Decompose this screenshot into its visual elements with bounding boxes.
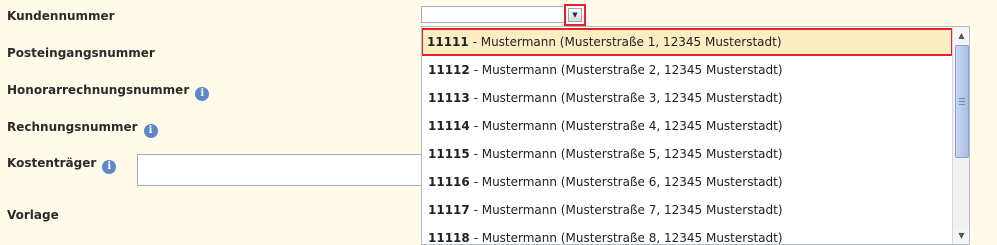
customer-number: 11115 (428, 147, 470, 161)
customer-description: - Mustermann (Musterstraße 5, 12345 Must… (469, 147, 783, 161)
info-icon[interactable]: i (195, 87, 210, 101)
list-item[interactable]: 11113 - Mustermann (Musterstraße 3, 1234… (422, 84, 952, 112)
customer-number: 11116 (428, 175, 470, 189)
list-item[interactable]: 11112 - Mustermann (Musterstraße 2, 1234… (422, 56, 952, 84)
customer-number: 11111 (427, 35, 469, 49)
kostentraeger-input[interactable] (137, 154, 427, 186)
scroll-down-icon[interactable]: ▼ (954, 228, 969, 243)
scrollbar-thumb[interactable] (955, 45, 969, 158)
customer-description: - Mustermann (Musterstraße 1, 12345 Must… (468, 35, 782, 49)
customer-description: - Mustermann (Musterstraße 8, 12345 Must… (469, 231, 783, 245)
list-item[interactable]: 11114 - Mustermann (Musterstraße 4, 1234… (422, 112, 952, 140)
info-icon[interactable]: i (143, 124, 158, 138)
chevron-down-icon: ▼ (568, 8, 582, 22)
grip-line (959, 101, 965, 102)
kostentraeger-label-row: Kostenträger i (7, 156, 117, 174)
list-item[interactable]: 11111 - Mustermann (Musterstraße 1, 1234… (422, 28, 953, 56)
customer-number: 11112 (428, 63, 470, 77)
scroll-up-icon[interactable]: ▲ (954, 28, 969, 43)
grip-line (959, 104, 965, 105)
list-item[interactable]: 11115 - Mustermann (Musterstraße 5, 1234… (422, 140, 952, 168)
customer-description: - Mustermann (Musterstraße 7, 12345 Must… (469, 203, 783, 217)
rechnungsnummer-label-row: Rechnungsnummer i (7, 120, 158, 138)
honorarrechnungsnummer-label: Honorarrechnungsnummer (7, 83, 190, 97)
vorlage-label: Vorlage (7, 208, 59, 222)
kostentraeger-label: Kostenträger (7, 156, 97, 170)
kundennummer-combobox-input[interactable] (421, 6, 586, 23)
customer-number: 11117 (428, 203, 470, 217)
kundennummer-dropdown-button[interactable]: ▼ (564, 4, 586, 26)
customer-description: - Mustermann (Musterstraße 2, 12345 Must… (469, 63, 783, 77)
customer-number: 11113 (428, 91, 470, 105)
grip-line (959, 98, 965, 99)
customer-description: - Mustermann (Musterstraße 3, 12345 Must… (469, 91, 783, 105)
list-item[interactable]: 11118 - Mustermann (Musterstraße 8, 1234… (422, 224, 952, 245)
customer-description: - Mustermann (Musterstraße 4, 12345 Must… (469, 119, 783, 133)
vertical-scrollbar[interactable]: ▲ ▼ (952, 27, 969, 244)
customer-number: 11114 (428, 119, 470, 133)
list-item[interactable]: 11116 - Mustermann (Musterstraße 6, 1234… (422, 168, 952, 196)
customer-number: 11118 (428, 231, 470, 245)
kundennummer-label: Kundennummer (7, 9, 115, 23)
customer-description: - Mustermann (Musterstraße 6, 12345 Must… (469, 175, 783, 189)
info-icon[interactable]: i (102, 160, 117, 174)
list-item[interactable]: 11117 - Mustermann (Musterstraße 7, 1234… (422, 196, 952, 224)
posteingangsnummer-label: Posteingangsnummer (7, 46, 155, 60)
kundennummer-dropdown-list[interactable]: 11111 - Mustermann (Musterstraße 1, 1234… (421, 26, 970, 245)
honorarrechnungsnummer-label-row: Honorarrechnungsnummer i (7, 83, 210, 101)
rechnungsnummer-label: Rechnungsnummer (7, 120, 138, 134)
